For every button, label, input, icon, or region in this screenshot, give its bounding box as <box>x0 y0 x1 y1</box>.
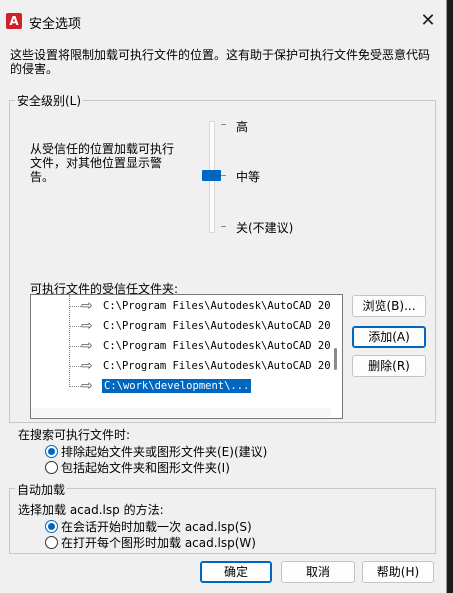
security-options-dialog: A 安全选项 ✕ 这些设置将限制加载可执行文件的位置。这有助于保护可执行文件免受… <box>0 0 447 593</box>
trusted-folders-list[interactable]: ⇨ C:\Program Files\Autodesk\AutoCAD 202 … <box>30 294 343 419</box>
list-item-selected[interactable]: ⇨ C:\work\development\... <box>31 377 331 395</box>
horizontal-scrollbar[interactable] <box>31 408 331 417</box>
intro-text: 这些设置将限制加载可执行文件的位置。这有助于保护可执行文件免受恶意代码的侵害。 <box>10 48 431 76</box>
security-slider-thumb[interactable] <box>202 170 221 181</box>
security-level-description: 从受信任的位置加载可执行文件，对其他位置显示警告。 <box>30 142 175 184</box>
folder-arrow-icon: ⇨ <box>81 358 93 374</box>
load-each-drawing-label[interactable]: 在打开每个图形时加载 acad.lsp(W) <box>61 534 256 551</box>
title-bar: A 安全选项 ✕ <box>0 0 446 40</box>
dialog-title: 安全选项 <box>29 17 82 32</box>
add-button[interactable]: 添加(A) <box>352 326 426 348</box>
security-level-group-title: 安全级别(L) <box>15 92 84 109</box>
folder-path: C:\Program Files\Autodesk\AutoCAD 202 <box>103 300 337 312</box>
exclude-folders-label[interactable]: 排除起始文件夹或图形文件夹(E)(建议) <box>61 443 267 460</box>
folder-arrow-icon: ⇨ <box>81 378 93 394</box>
tree-connector <box>69 386 81 387</box>
tree-connector <box>69 326 81 327</box>
tree-connector <box>69 346 81 347</box>
tree-connector <box>69 306 81 307</box>
include-folders-radio[interactable] <box>45 461 58 474</box>
folder-path: C:\work\development\... <box>100 378 253 394</box>
list-item[interactable]: ⇨ C:\Program Files\Autodesk\AutoCAD 202 <box>31 317 337 335</box>
search-title: 在搜索可执行文件时: <box>18 428 131 442</box>
autoload-group-title: 自动加载 <box>15 481 68 498</box>
list-item[interactable]: ⇨ C:\Program Files\Autodesk\AutoCAD 202 <box>31 297 337 315</box>
tree-connector <box>69 366 81 367</box>
folder-arrow-icon: ⇨ <box>81 338 93 354</box>
help-button[interactable]: 帮助(H) <box>362 561 434 583</box>
level-off-label: 关(不建议) <box>236 221 294 235</box>
include-folders-label[interactable]: 包括起始文件夹和图形文件夹(I) <box>61 459 230 476</box>
level-high-label: 高 <box>236 120 249 134</box>
slider-tick <box>221 124 226 125</box>
browse-button[interactable]: 浏览(B)... <box>352 295 426 317</box>
vertical-scrollbar[interactable] <box>330 295 342 408</box>
folder-arrow-icon: ⇨ <box>81 298 93 314</box>
folder-path: C:\Program Files\Autodesk\AutoCAD 202 <box>103 320 337 332</box>
level-medium-label: 中等 <box>236 170 261 184</box>
folder-path: C:\Program Files\Autodesk\AutoCAD 202 <box>103 360 337 372</box>
ok-button[interactable]: 确定 <box>200 561 272 583</box>
autoload-subtitle: 选择加载 acad.lsp 的方法: <box>18 503 164 517</box>
folder-arrow-icon: ⇨ <box>81 318 93 334</box>
exclude-folders-radio[interactable] <box>45 445 58 458</box>
folder-path: C:\Program Files\Autodesk\AutoCAD 202 <box>103 340 337 352</box>
list-item[interactable]: ⇨ C:\Program Files\Autodesk\AutoCAD 202 <box>31 357 337 375</box>
autocad-app-icon: A <box>6 13 22 29</box>
cancel-button[interactable]: 取消 <box>281 561 355 583</box>
load-each-drawing-radio[interactable] <box>45 536 58 549</box>
slider-tick <box>221 175 226 176</box>
load-once-label[interactable]: 在会话开始时加载一次 acad.lsp(S) <box>61 518 252 535</box>
slider-tick <box>221 226 226 227</box>
delete-button[interactable]: 删除(R) <box>352 355 426 377</box>
scrollbar-thumb[interactable] <box>334 348 337 370</box>
load-once-radio[interactable] <box>45 520 58 533</box>
list-item[interactable]: ⇨ C:\Program Files\Autodesk\AutoCAD 202 <box>31 337 337 355</box>
close-icon[interactable]: ✕ <box>416 9 440 33</box>
